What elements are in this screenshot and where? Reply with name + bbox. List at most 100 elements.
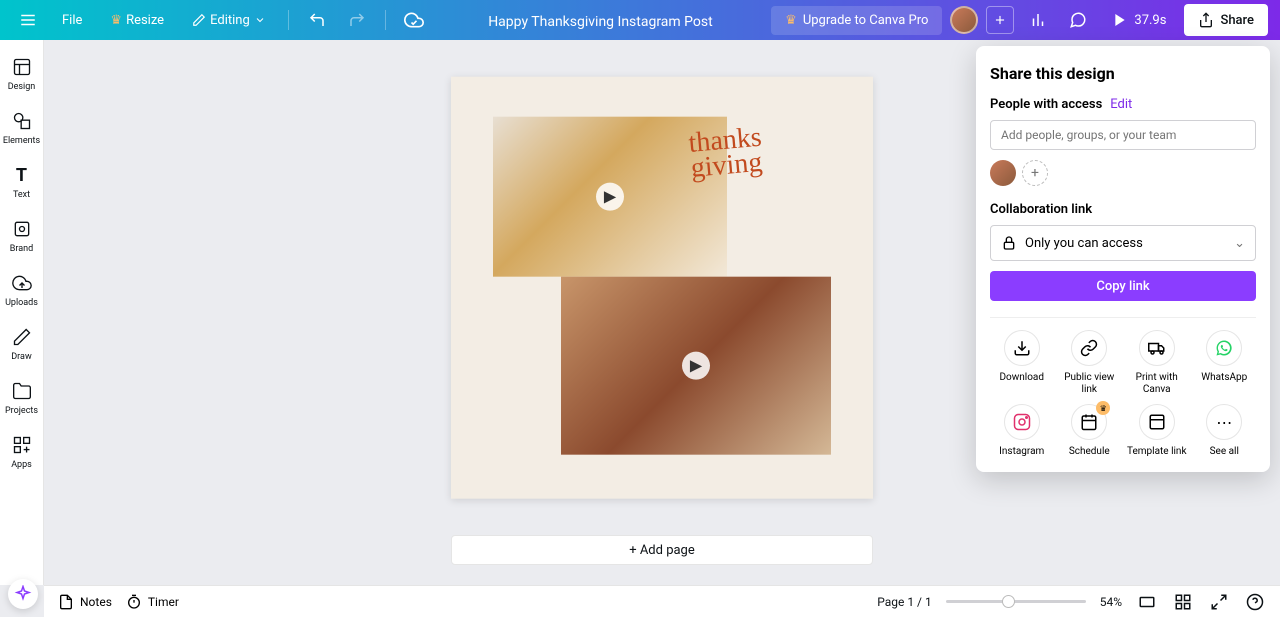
share-panel-title: Share this design	[990, 64, 1256, 83]
share-option-public-view[interactable]: Public view link	[1058, 330, 1122, 396]
link-icon	[1071, 330, 1107, 366]
cloud-sync-button[interactable]	[398, 4, 430, 36]
add-person-button[interactable]: +	[1022, 160, 1048, 186]
sidebar-item-label: Text	[13, 190, 30, 200]
sparkle-icon	[14, 585, 32, 603]
timer-button[interactable]: Timer	[126, 594, 179, 610]
editing-label: Editing	[210, 13, 250, 28]
resize-button[interactable]: ♛ Resize	[100, 7, 174, 34]
zoom-slider[interactable]	[946, 600, 1086, 603]
zoom-thumb[interactable]	[1002, 595, 1015, 608]
page-indicator: Page 1 / 1	[877, 595, 932, 609]
upgrade-button[interactable]: ♛ Upgrade to Canva Pro	[771, 6, 942, 35]
share-option-instagram[interactable]: Instagram	[990, 404, 1054, 458]
timer-icon	[126, 594, 142, 610]
people-access-label: People with access	[990, 97, 1102, 112]
template-icon	[11, 56, 33, 78]
upgrade-label: Upgrade to Canva Pro	[803, 13, 929, 28]
avatar[interactable]	[990, 160, 1016, 186]
people-access-row: People with access Edit	[990, 97, 1256, 112]
timer-label: Timer	[148, 595, 179, 609]
sidebar-item-text[interactable]: T Text	[0, 156, 44, 208]
script-text-element[interactable]: thanks giving	[688, 118, 839, 260]
edit-access-link[interactable]: Edit	[1110, 97, 1132, 112]
comment-icon	[1069, 11, 1087, 29]
notes-button[interactable]: Notes	[58, 594, 112, 610]
share-option-print[interactable]: Print with Canva	[1125, 330, 1189, 396]
divider	[288, 10, 289, 30]
menu-button[interactable]	[12, 4, 44, 36]
crown-icon: ♛	[110, 13, 122, 28]
sidebar-item-label: Design	[8, 82, 36, 92]
top-bar: File ♛ Resize Editing ♛ Upgrade to Canva…	[0, 0, 1280, 40]
add-member-button[interactable]	[986, 6, 1014, 34]
share-option-label: See all	[1210, 446, 1239, 458]
insights-button[interactable]	[1022, 4, 1054, 36]
share-option-label: Schedule	[1069, 446, 1110, 458]
share-option-download[interactable]: Download	[990, 330, 1054, 396]
access-level-select[interactable]: Only you can access ⌄	[990, 225, 1256, 261]
undo-button[interactable]	[301, 4, 333, 36]
share-option-label: WhatsApp	[1201, 372, 1247, 384]
sidebar-item-design[interactable]: Design	[0, 48, 44, 100]
side-rail: Design Elements T Text Brand Uploads Dra…	[0, 40, 44, 585]
play-icon: ▶	[682, 351, 710, 379]
sidebar-item-apps[interactable]: Apps	[0, 426, 44, 478]
share-option-label: Instagram	[999, 446, 1044, 458]
whatsapp-icon	[1206, 330, 1242, 366]
design-page[interactable]: ▶ thanks giving ▶	[451, 76, 873, 498]
zoom-value: 54%	[1100, 595, 1122, 609]
more-icon: ⋯	[1206, 404, 1242, 440]
redo-icon	[348, 11, 366, 29]
present-button[interactable]: 37.9s	[1102, 6, 1176, 34]
lock-icon	[1001, 235, 1017, 251]
access-select-value: Only you can access	[1025, 236, 1143, 251]
share-option-schedule[interactable]: ♛ Schedule	[1058, 404, 1122, 458]
share-option-whatsapp[interactable]: WhatsApp	[1193, 330, 1257, 396]
chart-icon	[1029, 11, 1047, 29]
play-icon: ▶	[596, 182, 624, 210]
thumbnail-view-button[interactable]	[1172, 591, 1194, 613]
share-label: Share	[1220, 13, 1254, 28]
bottom-bar: Notes Timer Page 1 / 1 54%	[44, 585, 1280, 617]
editing-mode-button[interactable]: Editing	[182, 7, 276, 34]
assistant-fab[interactable]	[8, 579, 38, 609]
apps-icon	[11, 434, 33, 456]
duration-label: 37.9s	[1134, 13, 1166, 28]
document-title-input[interactable]	[440, 14, 760, 30]
share-option-label: Print with Canva	[1125, 372, 1189, 396]
topbar-center	[438, 11, 763, 30]
chevron-down-icon	[254, 14, 266, 26]
help-button[interactable]	[1244, 591, 1266, 613]
pro-badge-icon: ♛	[1096, 401, 1110, 415]
add-people-input[interactable]	[990, 120, 1256, 150]
topbar-left: File ♛ Resize Editing	[12, 4, 430, 36]
sidebar-item-brand[interactable]: Brand	[0, 210, 44, 262]
instagram-icon	[1004, 404, 1040, 440]
share-option-see-all[interactable]: ⋯ See all	[1193, 404, 1257, 458]
sidebar-item-draw[interactable]: Draw	[0, 318, 44, 370]
sidebar-item-projects[interactable]: Projects	[0, 372, 44, 424]
redo-button[interactable]	[341, 4, 373, 36]
sidebar-item-label: Elements	[3, 136, 40, 146]
share-option-template-link[interactable]: Template link	[1125, 404, 1189, 458]
video-frame-bottom[interactable]: ▶	[561, 276, 831, 454]
truck-icon	[1139, 330, 1175, 366]
comment-button[interactable]	[1062, 4, 1094, 36]
pencil-icon	[192, 13, 206, 27]
cloud-check-icon	[404, 10, 424, 30]
fullscreen-button[interactable]	[1208, 591, 1230, 613]
avatar[interactable]	[950, 6, 978, 34]
sidebar-item-label: Apps	[11, 460, 32, 470]
grid-view-button[interactable]	[1136, 591, 1158, 613]
cloud-upload-icon	[11, 272, 33, 294]
download-icon	[1004, 330, 1040, 366]
add-page-button[interactable]: + Add page	[451, 535, 873, 565]
share-option-label: Download	[999, 372, 1044, 384]
share-button[interactable]: Share	[1184, 4, 1268, 36]
file-menu-button[interactable]: File	[52, 7, 92, 34]
divider	[990, 317, 1256, 318]
copy-link-button[interactable]: Copy link	[990, 271, 1256, 301]
sidebar-item-uploads[interactable]: Uploads	[0, 264, 44, 316]
sidebar-item-elements[interactable]: Elements	[0, 102, 44, 154]
